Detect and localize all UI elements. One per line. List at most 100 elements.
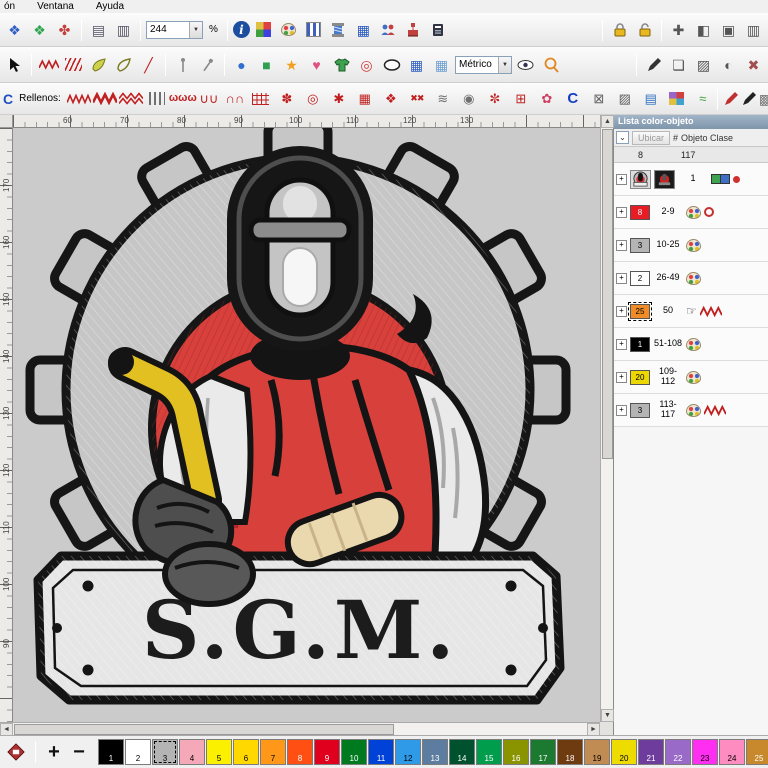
color-swatch[interactable]: 3 xyxy=(630,238,650,253)
palette-color[interactable]: 10 xyxy=(341,739,367,765)
palette-color[interactable]: 2 xyxy=(125,739,151,765)
pattern-crossgrid-icon[interactable]: ⊠ xyxy=(587,89,611,108)
square-shape-icon[interactable]: ■ xyxy=(255,53,278,76)
palette-color[interactable]: 1 xyxy=(98,739,124,765)
vertical-ruler[interactable]: 170 160 150 140 130 120 110 100 90 xyxy=(0,128,13,722)
palette-color[interactable]: 7 xyxy=(260,739,286,765)
ring-shape-icon[interactable]: ◎ xyxy=(355,53,378,76)
palette-color[interactable]: 22 xyxy=(665,739,691,765)
palette-color[interactable]: 5 xyxy=(206,739,232,765)
pattern-ring-icon[interactable]: ◎ xyxy=(301,89,325,108)
palette-color[interactable]: 6 xyxy=(233,739,259,765)
eye-icon[interactable] xyxy=(514,53,537,76)
design-canvas[interactable]: S.G.M. xyxy=(13,128,600,722)
pin-icon[interactable] xyxy=(196,53,219,76)
palette-color[interactable]: 14 xyxy=(449,739,475,765)
circle-c-icon[interactable]: C xyxy=(561,89,585,108)
palette-color[interactable]: 25 xyxy=(746,739,768,765)
column-bars-icon[interactable] xyxy=(302,18,325,41)
palette-color[interactable]: 19 xyxy=(584,739,610,765)
expand-icon[interactable]: + xyxy=(616,240,627,251)
blue-diamond-icon[interactable]: ❖ xyxy=(3,18,26,41)
leaf-outline-icon[interactable] xyxy=(112,53,135,76)
lock-icon[interactable] xyxy=(608,18,631,41)
pattern-checker-icon[interactable]: ▦ xyxy=(353,89,377,108)
palette-color[interactable]: 16 xyxy=(503,739,529,765)
pattern-snowflake-icon[interactable]: ✱ xyxy=(327,89,351,108)
machine-icon[interactable] xyxy=(4,741,27,764)
zoom-out-icon[interactable]: − xyxy=(69,742,89,762)
pattern-cross-icon[interactable]: ✖✖ xyxy=(405,89,429,108)
horizontal-scroll-thumb[interactable] xyxy=(14,724,394,735)
color-grid-icon[interactable] xyxy=(252,18,275,41)
pattern-double-zigzag-icon[interactable] xyxy=(119,89,143,108)
pattern-zigzag-bold-icon[interactable] xyxy=(93,89,117,108)
color-row[interactable]: + 3 113-117 xyxy=(614,394,768,427)
vertical-scrollbar[interactable]: ▲ ▼ xyxy=(600,115,613,722)
pattern-net-icon[interactable] xyxy=(249,89,273,108)
design-thumbnail[interactable] xyxy=(630,170,651,189)
color-swatch[interactable]: 20 xyxy=(630,370,650,385)
color-row[interactable]: + 3 10-25 xyxy=(614,229,768,262)
red-flower-icon[interactable]: ✤ xyxy=(53,18,76,41)
palette-color[interactable]: 9 xyxy=(314,739,340,765)
zoom-value[interactable]: 244 xyxy=(147,24,189,35)
expand-icon[interactable]: + xyxy=(616,306,627,317)
pattern-arch-icon[interactable]: ∩∩ xyxy=(223,89,247,108)
chevron-down-icon[interactable]: ⌄ xyxy=(616,131,629,144)
leaf-icon[interactable] xyxy=(87,53,110,76)
half-square-icon[interactable]: ◧ xyxy=(692,18,715,41)
selection-cursor-icon[interactable] xyxy=(3,53,26,76)
pattern-scallop-icon[interactable]: ∪∪ xyxy=(197,89,221,108)
color-row[interactable]: + 20 109-112 xyxy=(614,361,768,394)
menu-ventana[interactable]: Ventana xyxy=(37,1,74,12)
pattern-diamond-icon[interactable]: ❖ xyxy=(379,89,403,108)
palette-color[interactable]: 8 xyxy=(287,739,313,765)
vertical-scroll-thumb[interactable] xyxy=(602,129,613,459)
pen-icon[interactable] xyxy=(642,53,665,76)
red-pen-icon[interactable] xyxy=(723,87,739,110)
palette-color[interactable]: 4 xyxy=(179,739,205,765)
delete-icon[interactable]: ✖ xyxy=(742,53,765,76)
color-row-selected[interactable]: + 25 50 ☞ xyxy=(614,295,768,328)
tshirt-icon[interactable] xyxy=(330,53,353,76)
chevron-down-icon[interactable]: ▼ xyxy=(189,22,202,38)
palette-color[interactable]: 11 xyxy=(368,739,394,765)
locate-button[interactable]: Ubicar xyxy=(632,131,670,145)
pattern-water-icon[interactable]: ≈ xyxy=(691,89,715,108)
notebook-icon[interactable] xyxy=(427,18,450,41)
color-swatch[interactable]: 25 xyxy=(630,304,650,319)
hatch-stitch-icon[interactable] xyxy=(62,53,85,76)
pattern-rows-icon[interactable]: ▤ xyxy=(639,89,663,108)
color-swatch[interactable]: 8 xyxy=(630,205,650,220)
units-combo[interactable]: Métrico ▼ xyxy=(455,56,512,74)
menu-edicion[interactable]: ón xyxy=(4,1,15,12)
palette-color[interactable]: 24 xyxy=(719,739,745,765)
copy-shape-icon[interactable]: ❏ xyxy=(667,53,690,76)
pattern-lace-icon[interactable]: ✼ xyxy=(483,89,507,108)
expand-icon[interactable]: + xyxy=(616,273,627,284)
pattern-vertical-lines-icon[interactable] xyxy=(145,89,169,108)
circle-shape-icon[interactable]: ● xyxy=(230,53,253,76)
pattern-zigzag-icon[interactable] xyxy=(67,89,91,108)
ellipse-tool-icon[interactable] xyxy=(380,53,403,76)
palette-color[interactable]: 21 xyxy=(638,739,664,765)
color-swatch[interactable]: 3 xyxy=(630,403,650,418)
heart-shape-icon[interactable]: ♥ xyxy=(305,53,328,76)
pattern-diagonal-icon[interactable]: ▨ xyxy=(613,89,637,108)
needle-icon[interactable] xyxy=(171,53,194,76)
expand-icon[interactable]: + xyxy=(616,207,627,218)
pattern-flower-icon[interactable]: ✽ xyxy=(275,89,299,108)
layers-icon[interactable]: ▤ xyxy=(87,18,110,41)
stamp-icon[interactable] xyxy=(402,18,425,41)
expand-icon[interactable]: + xyxy=(616,339,627,350)
palette-color[interactable]: 18 xyxy=(557,739,583,765)
table-light-icon[interactable]: ▦ xyxy=(430,53,453,76)
horizontal-scrollbar[interactable]: ◄ ► xyxy=(0,722,600,735)
table-icon[interactable]: ▦ xyxy=(405,53,428,76)
plus-tool-icon[interactable]: ✚ xyxy=(667,18,690,41)
info-icon[interactable]: i xyxy=(233,21,250,38)
expand-icon[interactable]: + xyxy=(616,372,627,383)
zigzag-stitch-icon[interactable] xyxy=(37,53,60,76)
pattern-waves-icon[interactable]: ≋ xyxy=(431,89,455,108)
